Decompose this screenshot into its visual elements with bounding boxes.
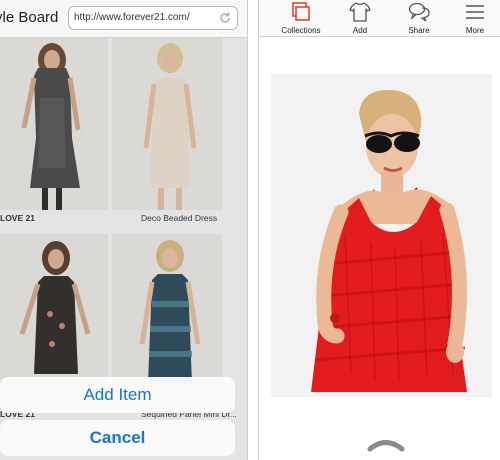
- fashion-photo: [271, 74, 492, 397]
- toolbar: Collections Add Share More: [259, 0, 500, 37]
- toolbar-collections[interactable]: Collections: [271, 0, 331, 37]
- product-image[interactable]: [112, 38, 222, 210]
- reload-icon[interactable]: [217, 10, 233, 26]
- cancel-button[interactable]: Cancel: [0, 420, 235, 456]
- toolbar-label: Add: [352, 26, 368, 35]
- product-caption: Deco Beaded Dress: [141, 213, 218, 223]
- collections-icon: [292, 2, 310, 21]
- right-screen: Collections Add Share More: [259, 0, 500, 460]
- toolbar-label: More: [465, 26, 485, 35]
- toolbar-more[interactable]: More: [445, 0, 500, 37]
- product-caption: LOVE 21: [0, 213, 35, 223]
- add-item-button[interactable]: Add Item: [0, 377, 235, 413]
- toolbar-share[interactable]: Share: [389, 0, 449, 37]
- url-text: http://www.forever21.com/: [74, 12, 190, 23]
- shirt-icon: [349, 2, 371, 22]
- url-field[interactable]: http://www.forever21.com/: [68, 6, 238, 30]
- page-title: yle Board: [0, 9, 59, 26]
- toolbar-add[interactable]: Add: [330, 0, 390, 37]
- product-image[interactable]: [0, 38, 108, 210]
- toolbar-label: Collections: [281, 26, 321, 35]
- screen-divider: [247, 0, 259, 460]
- pull-up-handle-icon[interactable]: [366, 438, 406, 452]
- menu-icon: [466, 5, 484, 19]
- navigation-bar: yle Board http://www.forever21.com/: [0, 0, 247, 38]
- left-screen: yle Board http://www.forever21.com/ LOVE…: [0, 0, 247, 460]
- share-bubbles-icon: [408, 2, 430, 22]
- toolbar-label: Share: [408, 26, 430, 35]
